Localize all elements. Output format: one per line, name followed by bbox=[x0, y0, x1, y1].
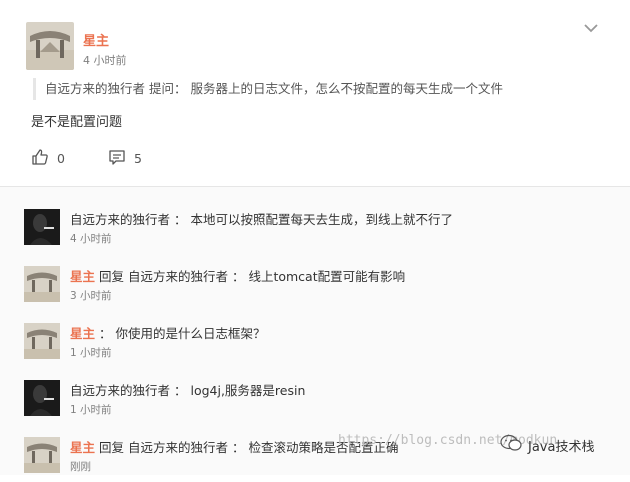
comment-text: 本地可以按照配置每天去生成，到线上就不行了 bbox=[190, 212, 453, 227]
comment-timestamp: 刚刚 bbox=[70, 461, 91, 473]
reply-target-name[interactable]: 自远方来的独行者 bbox=[128, 440, 228, 455]
commenter-name[interactable]: 星主 bbox=[70, 269, 95, 284]
like-count: 0 bbox=[57, 150, 65, 166]
post-author-name[interactable]: 星主 bbox=[83, 30, 109, 49]
wechat-icon bbox=[500, 434, 528, 456]
post-timestamp: 4 小时前 bbox=[83, 54, 127, 67]
commenter-name[interactable]: 星主 bbox=[70, 326, 95, 341]
like-button[interactable]: 0 bbox=[31, 148, 65, 168]
brand-name: Java技术栈 bbox=[528, 439, 595, 455]
list-item: 星主 回复 自远方来的独行者 ： 线上tomcat配置可能有影响 3 小时前 bbox=[0, 254, 630, 311]
avatar[interactable] bbox=[24, 209, 60, 245]
comment-content: 星主 回复 自远方来的独行者 ： 线上tomcat配置可能有影响 bbox=[70, 269, 406, 284]
comment-content: 自远方来的独行者 ： log4j,服务器是resin bbox=[70, 383, 306, 398]
post-body: 是不是配置问题 bbox=[31, 115, 123, 130]
comment-timestamp: 1 小时前 bbox=[70, 347, 112, 359]
commenter-name[interactable]: 自远方来的独行者 bbox=[70, 383, 170, 398]
author-avatar[interactable] bbox=[26, 22, 74, 70]
brand-badge: Java技术栈 bbox=[500, 434, 594, 456]
post-card: 星主 4 小时前 自远方来的独行者 提问： 服务器上的日志文件，怎么不按配置的每… bbox=[0, 0, 630, 186]
avatar[interactable] bbox=[24, 266, 60, 302]
comment-content: 自远方来的独行者 ： 本地可以按照配置每天去生成，到线上就不行了 bbox=[70, 212, 453, 227]
comment-text: 你使用的是什么日志框架？ bbox=[115, 326, 266, 341]
comment-count: 5 bbox=[134, 150, 142, 166]
comment-timestamp: 1 小时前 bbox=[70, 404, 112, 416]
comment-timestamp: 3 小时前 bbox=[70, 290, 112, 302]
comment-content: 星主 ： 你使用的是什么日志框架？ bbox=[70, 326, 266, 341]
commenter-name[interactable]: 星主 bbox=[70, 440, 95, 455]
comment-timestamp: 4 小时前 bbox=[70, 233, 112, 245]
comment-text: log4j,服务器是resin bbox=[190, 383, 306, 398]
reply-word: 回复 bbox=[95, 440, 128, 455]
avatar[interactable] bbox=[24, 380, 60, 416]
list-item: 自远方来的独行者 ： 本地可以按照配置每天去生成，到线上就不行了 4 小时前 bbox=[0, 197, 630, 254]
chevron-down-icon[interactable] bbox=[583, 20, 599, 34]
commenter-name[interactable]: 自远方来的独行者 bbox=[70, 212, 170, 227]
list-item: 自远方来的独行者 ： log4j,服务器是resin 1 小时前 bbox=[0, 368, 630, 425]
avatar[interactable] bbox=[24, 323, 60, 359]
quoted-question: 自远方来的独行者 提问： 服务器上的日志文件，怎么不按配置的每天生成一个文件 bbox=[33, 78, 503, 100]
comment-text: 线上tomcat配置可能有影响 bbox=[248, 269, 406, 284]
comment-list: 自远方来的独行者 ： 本地可以按照配置每天去生成，到线上就不行了 4 小时前 星… bbox=[0, 187, 630, 475]
comment-icon bbox=[108, 148, 134, 169]
thumbs-up-icon bbox=[31, 148, 57, 169]
comment-button[interactable]: 5 bbox=[108, 148, 142, 168]
avatar[interactable] bbox=[24, 437, 60, 473]
reply-target-name[interactable]: 自远方来的独行者 bbox=[128, 269, 228, 284]
list-item: 星主 ： 你使用的是什么日志框架？ 1 小时前 bbox=[0, 311, 630, 368]
reply-word: 回复 bbox=[95, 269, 128, 284]
